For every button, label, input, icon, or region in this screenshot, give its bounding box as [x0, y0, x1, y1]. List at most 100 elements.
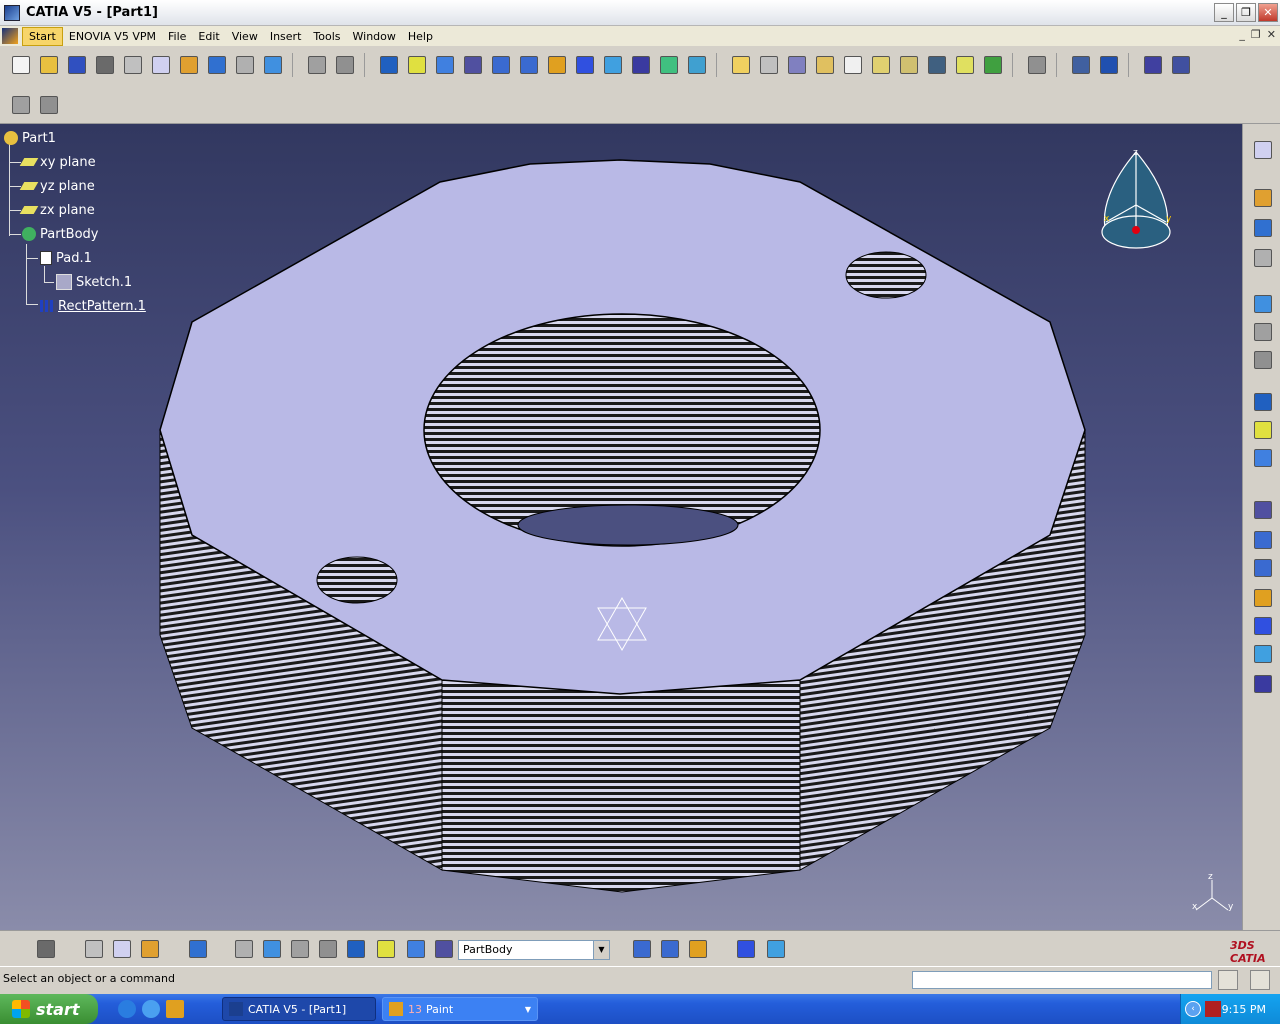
sheet-icon-button[interactable] — [344, 937, 368, 961]
hole-icon-button[interactable] — [840, 52, 866, 78]
cylinder-icon-button[interactable] — [1251, 528, 1275, 552]
annotation-icon-button[interactable] — [1251, 216, 1275, 240]
catalog-icon-3-button[interactable] — [764, 937, 788, 961]
product-icon-2-button[interactable] — [1251, 418, 1275, 442]
grid-icon-button[interactable] — [1140, 52, 1166, 78]
doc-restore-button[interactable]: ❐ — [1251, 28, 1261, 41]
hide-show-icon-button[interactable] — [656, 52, 682, 78]
menu-insert[interactable]: Insert — [264, 28, 308, 45]
shading-icon-button[interactable] — [628, 52, 654, 78]
whats-this-icon-button[interactable] — [260, 52, 286, 78]
chevron-down-icon[interactable]: ▼ — [593, 941, 609, 959]
print-icon-button[interactable] — [92, 52, 118, 78]
insert-body-icon-button[interactable] — [34, 937, 58, 961]
position-icon-button[interactable] — [1251, 642, 1275, 666]
body-icon-button[interactable] — [432, 937, 456, 961]
undo-icon-button[interactable] — [204, 52, 230, 78]
menu-start[interactable]: Start — [22, 26, 63, 46]
pan-icon-button[interactable] — [432, 52, 458, 78]
iso-view-icon-button[interactable] — [600, 52, 626, 78]
status-button-1[interactable] — [1218, 970, 1238, 990]
graph-icon-button[interactable] — [374, 937, 398, 961]
loft-icon-button[interactable] — [952, 52, 978, 78]
doc-close-button[interactable]: ✕ — [1267, 28, 1276, 41]
constraint-icon-button[interactable] — [1251, 246, 1275, 270]
rib-icon-button[interactable] — [868, 52, 894, 78]
part-model[interactable] — [0, 124, 1242, 930]
update-all-icon-button[interactable] — [332, 52, 358, 78]
menu-view[interactable]: View — [226, 28, 264, 45]
knowledge-icon-button[interactable] — [36, 92, 62, 118]
task-catia[interactable]: CATIA V5 - [Part1] — [222, 997, 376, 1021]
text-icon-button[interactable] — [1251, 186, 1275, 210]
shaft-icon-button[interactable] — [784, 52, 810, 78]
tray-app-icon[interactable] — [1205, 1001, 1221, 1017]
formula-icon-button[interactable] — [110, 937, 134, 961]
zoom-out-icon-button[interactable] — [516, 52, 542, 78]
product-icon-3-button[interactable] — [1251, 446, 1275, 470]
paint-quicklaunch-icon[interactable] — [166, 1000, 184, 1018]
prism-icon-button[interactable] — [1251, 556, 1275, 580]
snap-icon-button[interactable] — [1168, 52, 1194, 78]
tree-node-sketch[interactable]: Sketch.1 — [56, 272, 132, 292]
3d-viewport[interactable]: z x y z x y Part1 xy plane yz plane zx p… — [0, 124, 1242, 930]
point-icon-button[interactable] — [1251, 292, 1275, 316]
menu-help[interactable]: Help — [402, 28, 439, 45]
browser-icon[interactable] — [142, 1000, 160, 1018]
redo-icon-button[interactable] — [232, 52, 258, 78]
start-button[interactable]: start — [0, 994, 98, 1024]
minimize-button[interactable]: _ — [1214, 3, 1234, 22]
zoom-in-icon-button[interactable] — [488, 52, 514, 78]
catalog-browser-icon-button[interactable] — [1251, 614, 1275, 638]
copy-icon-button[interactable] — [148, 52, 174, 78]
menu-enovia[interactable]: ENOVIA V5 VPM — [63, 28, 162, 45]
menu-window[interactable]: Window — [347, 28, 402, 45]
mouse-icon-button[interactable] — [260, 937, 284, 961]
groove-icon-button[interactable] — [812, 52, 838, 78]
maximize-button[interactable]: ❐ — [1236, 3, 1256, 22]
status-button-2[interactable] — [1250, 970, 1270, 990]
tree-node-rectpattern[interactable]: RectPattern.1 — [40, 296, 146, 316]
tree-node-partbody[interactable]: PartBody — [22, 224, 98, 244]
pocket-icon-button[interactable] — [756, 52, 782, 78]
plane-icon-button[interactable] — [1251, 348, 1275, 372]
render-icon-button[interactable] — [232, 937, 256, 961]
swap-space-icon-button[interactable] — [684, 52, 710, 78]
analyze-icon-button[interactable] — [658, 937, 682, 961]
measure-between-icon-button[interactable] — [1068, 52, 1094, 78]
apply-icon-button[interactable] — [630, 937, 654, 961]
tolerance-icon-button[interactable] — [316, 937, 340, 961]
fit-all-icon-button[interactable] — [404, 52, 430, 78]
law-icon-button[interactable] — [138, 937, 162, 961]
apply-material-icon-button[interactable] — [1024, 52, 1050, 78]
capture-icon-button[interactable] — [186, 937, 210, 961]
multi-view-icon-button[interactable] — [572, 52, 598, 78]
save-icon-button[interactable] — [64, 52, 90, 78]
document-menu-icon[interactable] — [2, 28, 18, 44]
sketcher-icon-button[interactable] — [1251, 138, 1275, 162]
catalog-icon-button[interactable] — [8, 92, 34, 118]
stiffener-icon-button[interactable] — [924, 52, 950, 78]
ie-icon[interactable] — [118, 1000, 136, 1018]
tree-node-zx-plane[interactable]: zx plane — [19, 200, 95, 220]
close-button[interactable]: ✕ — [1258, 3, 1278, 22]
open-icon-button[interactable] — [36, 52, 62, 78]
solid-icon-button[interactable] — [1251, 586, 1275, 610]
catia-app-icon[interactable] — [4, 4, 20, 21]
slot-icon-button[interactable] — [896, 52, 922, 78]
measure-icon-button[interactable] — [82, 937, 106, 961]
line-icon-button[interactable] — [1251, 320, 1275, 344]
tree-node-yz-plane[interactable]: yz plane — [19, 176, 95, 196]
menu-edit[interactable]: Edit — [192, 28, 225, 45]
analysis-icon-button[interactable] — [1251, 672, 1275, 696]
axis-system-icon-button[interactable] — [288, 937, 312, 961]
tree-node-part1[interactable]: Part1 — [4, 128, 56, 148]
cut-icon-button[interactable] — [120, 52, 146, 78]
product-icon-1-button[interactable] — [1251, 390, 1275, 414]
body-selector[interactable]: PartBody ▼ — [458, 940, 610, 960]
rotate-icon-button[interactable] — [460, 52, 486, 78]
menu-tools[interactable]: Tools — [307, 28, 346, 45]
menu-file[interactable]: File — [162, 28, 192, 45]
paste-icon-button[interactable] — [176, 52, 202, 78]
update-icon-button[interactable] — [304, 52, 330, 78]
